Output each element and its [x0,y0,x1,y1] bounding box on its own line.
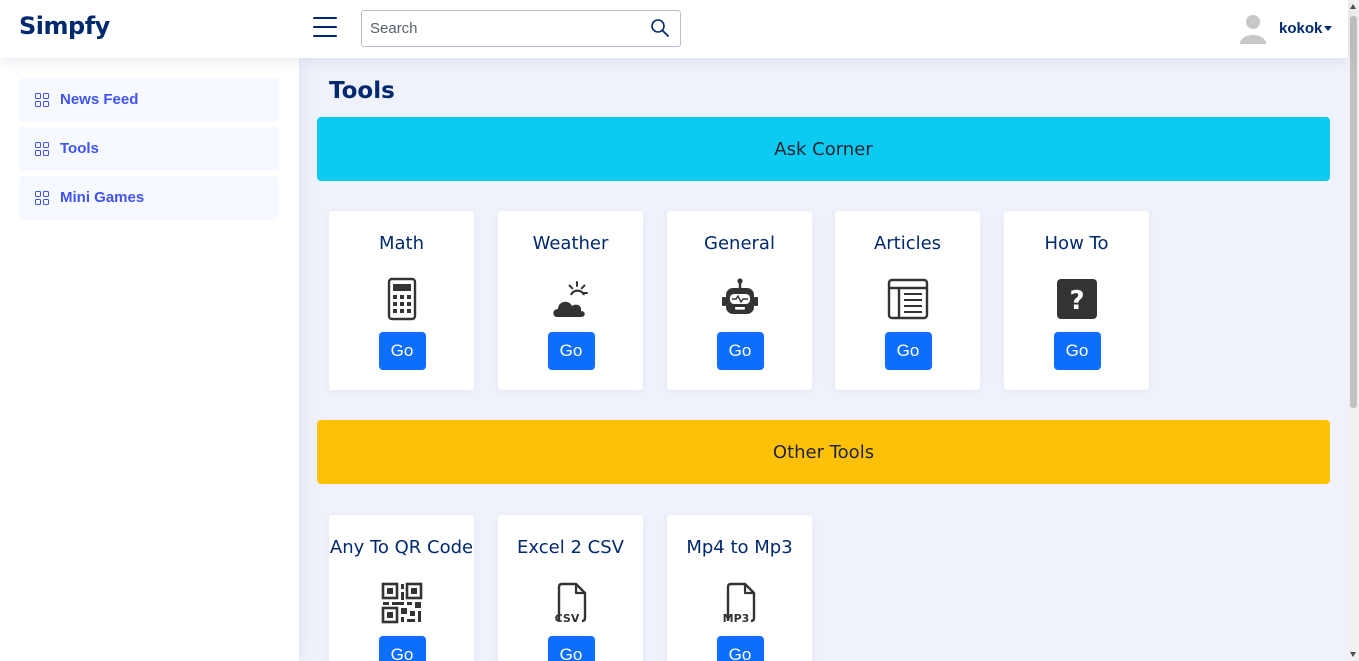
search-bar [361,10,681,47]
tool-card-weather: Weather Go [498,211,643,390]
menu-toggle-icon[interactable] [313,17,337,37]
logo[interactable]: Simpfy [19,12,110,40]
tool-card-general: General Go [667,211,812,390]
card-title: General [704,233,775,254]
sidebar: News Feed Tools Mini Games [0,58,299,661]
sidebar-item-label: News Feed [60,91,139,108]
scroll-up-icon[interactable] [1350,4,1356,9]
card-title: Math [378,233,425,254]
go-button[interactable]: Go [547,332,595,370]
go-button[interactable]: Go [378,332,426,370]
section-banner-ask-corner: Ask Corner [317,117,1330,181]
sidebar-item-label: Tools [60,140,99,157]
card-title: Mp4 to Mp3 [686,537,793,558]
tool-card-articles: Articles Go [835,211,980,390]
scroll-thumb[interactable] [1350,16,1357,408]
newspaper-icon [887,278,928,320]
mp3-file-icon: MP3 [722,582,755,625]
robot-icon [721,278,758,314]
section-banner-other-tools: Other Tools [317,420,1330,484]
calculator-icon [387,277,416,321]
go-button[interactable]: Go [716,332,764,370]
sidebar-item-mini-games[interactable]: Mini Games [19,176,279,220]
go-button[interactable]: Go [884,332,932,370]
grid-icon [35,93,49,107]
tool-card-excel-2-csv: Excel 2 CSV CSV Go [498,515,643,661]
tool-card-math: Math Go [329,211,474,390]
grid-icon [35,142,49,156]
go-button[interactable]: Go [547,636,595,661]
csv-file-icon: CSV [554,582,586,625]
tool-card-mp4-to-mp3: Mp4 to Mp3 MP3 Go [667,515,812,661]
sidebar-item-news-feed[interactable]: News Feed [19,78,279,122]
card-title: Any To QR Code [329,537,474,558]
card-title: Excel 2 CSV [517,537,624,558]
go-button[interactable]: Go [716,636,764,661]
page-title: Tools [329,78,395,104]
sidebar-item-tools[interactable]: Tools [19,127,279,171]
username: kokok [1279,20,1323,37]
go-button[interactable]: Go [378,636,426,661]
scrollbar[interactable] [1348,0,1359,661]
qr-code-icon [381,582,422,624]
profile-menu[interactable]: kokok [1237,12,1337,44]
question-square-icon: ? [1056,279,1097,319]
chevron-down-icon [1324,26,1332,31]
avatar-icon [1240,15,1266,44]
card-title: Articles [873,233,942,254]
grid-icon [35,191,49,205]
search-icon[interactable] [650,18,670,38]
scroll-down-icon[interactable] [1350,652,1356,657]
go-button[interactable]: Go [1053,332,1101,370]
tool-card-how-to: How To ? Go [1004,211,1149,390]
top-header: Simpfy kokok [0,0,1348,58]
card-title: How To [1044,233,1109,254]
mp3-label: MP3 [722,612,749,625]
search-input[interactable] [362,11,642,46]
card-title: Weather [532,233,609,254]
sidebar-item-label: Mini Games [60,189,145,206]
cloud-sun-icon [552,281,588,317]
tool-card-qr-code: Any To QR Code Go [329,515,474,661]
csv-label: CSV [554,612,579,625]
svg-text:?: ? [1069,286,1084,316]
